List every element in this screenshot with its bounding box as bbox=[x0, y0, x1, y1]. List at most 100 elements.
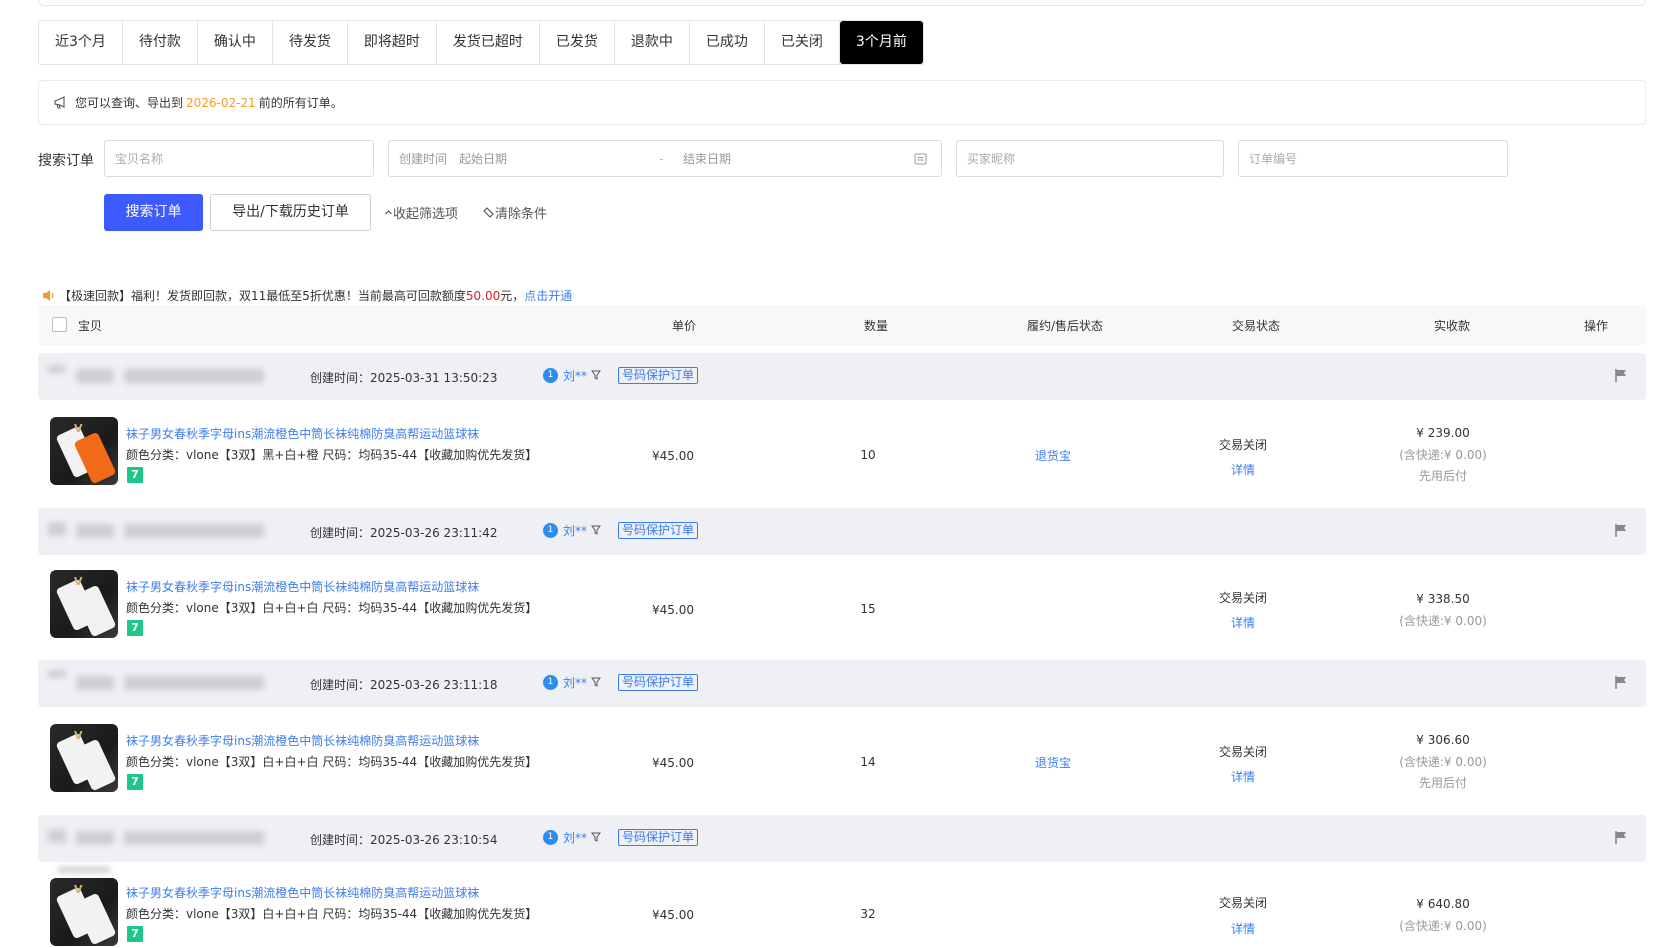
created-time: 创建时间：2025-03-26 23:10:54 bbox=[310, 833, 498, 847]
shipping-fee: (含快递:¥ 0.00) bbox=[1399, 614, 1487, 628]
redacted-block bbox=[76, 524, 114, 538]
filter-icon[interactable] bbox=[591, 677, 601, 687]
notice-date: 2026-02-21 bbox=[186, 95, 256, 110]
product-spec: 颜色分类：vlone【3双】黑+白+橙 尺码：均码35-44【收藏加购优先发货】 bbox=[126, 448, 538, 462]
buyer-nickname[interactable]: 刘** bbox=[563, 674, 587, 691]
eraser-icon bbox=[483, 207, 494, 218]
col-received: 实收款 bbox=[1434, 319, 1471, 333]
tab-successful[interactable]: 已成功 bbox=[689, 21, 765, 64]
start-date-input[interactable]: 起始日期 bbox=[459, 150, 659, 167]
calendar-icon[interactable] bbox=[914, 152, 927, 165]
tab-about-to-timeout[interactable]: 即将超时 bbox=[347, 21, 437, 64]
speaker-icon bbox=[43, 290, 54, 301]
flag-icon[interactable] bbox=[1614, 830, 1628, 845]
end-date-input[interactable]: 结束日期 bbox=[683, 150, 883, 167]
redacted-block bbox=[48, 670, 66, 678]
flag-icon[interactable] bbox=[1614, 675, 1628, 690]
collapse-filters-link[interactable]: 收起筛选项 bbox=[384, 203, 458, 222]
order-detail-link[interactable]: 详情 bbox=[1188, 614, 1298, 631]
item-name-field[interactable] bbox=[104, 140, 374, 177]
seven-day-return-badge: 7 bbox=[127, 467, 143, 483]
fast-payment-promo: 【极速回款】福利！发货即回款，双11最低至5折优惠！当前最高可回款额度 50.0… bbox=[42, 287, 572, 304]
chat-icon[interactable]: 1 bbox=[543, 830, 558, 845]
tab-pending-payment[interactable]: 待付款 bbox=[122, 21, 198, 64]
product-image[interactable]: V bbox=[50, 570, 118, 638]
product-title-link[interactable]: 袜子男女春秋季字母ins潮流橙色中筒长袜纯棉防臭高帮运动篮球袜 bbox=[126, 732, 479, 749]
tab-confirming[interactable]: 确认中 bbox=[197, 21, 273, 64]
order-detail-link[interactable]: 详情 bbox=[1188, 768, 1298, 785]
order-number-field[interactable] bbox=[1238, 140, 1508, 177]
product-title-link[interactable]: 袜子男女春秋季字母ins潮流橙色中筒长袜纯棉防臭高帮运动篮球袜 bbox=[126, 578, 479, 595]
product-image[interactable]: V bbox=[50, 724, 118, 792]
col-quantity: 数量 bbox=[864, 319, 889, 333]
megaphone-icon bbox=[54, 95, 65, 109]
notice-suffix: 前的所有订单。 bbox=[258, 96, 343, 110]
order-detail-link[interactable]: 详情 bbox=[1188, 920, 1298, 937]
shipping-fee: (含快递:¥ 0.00) bbox=[1399, 755, 1487, 769]
redacted-order-id bbox=[124, 369, 264, 383]
tab-closed[interactable]: 已关闭 bbox=[764, 21, 840, 64]
product-image[interactable]: V bbox=[50, 878, 118, 946]
buyer-nickname-input[interactable] bbox=[967, 151, 1223, 166]
promo-activate-link[interactable]: 点击开通 bbox=[524, 287, 572, 304]
buyer-nickname-field[interactable] bbox=[956, 140, 1224, 177]
redacted-block bbox=[58, 867, 110, 873]
promo-text: 【极速回款】福利！发货即回款，双11最低至5折优惠！当前最高可回款额度 bbox=[59, 289, 466, 303]
received-amount: ¥ 640.80 bbox=[1416, 897, 1470, 911]
redacted-block bbox=[48, 365, 66, 373]
trade-status: 交易关闭 bbox=[1218, 591, 1267, 605]
product-title-link[interactable]: 袜子男女春秋季字母ins潮流橙色中筒长袜纯棉防臭高帮运动篮球袜 bbox=[126, 884, 479, 901]
buyer-nickname[interactable]: 刘** bbox=[563, 829, 587, 846]
return-insurance-link[interactable]: 退货宝 bbox=[993, 754, 1113, 771]
redacted-block bbox=[48, 829, 66, 843]
filter-icon[interactable] bbox=[591, 370, 601, 380]
flag-icon[interactable] bbox=[1614, 523, 1628, 538]
shipping-fee: (含快递:¥ 0.00) bbox=[1399, 919, 1487, 933]
clear-conditions-link[interactable]: 清除条件 bbox=[482, 203, 547, 222]
buyer-name[interactable]: 1 刘** bbox=[543, 674, 587, 691]
order-status-tabs: 近3个月 待付款 确认中 待发货 即将超时 发货已超时 已发货 退款中 已成功 … bbox=[38, 20, 924, 65]
unit-price: ¥45.00 bbox=[652, 908, 694, 922]
col-action: 操作 bbox=[1584, 319, 1609, 333]
promo-unit: 元， bbox=[500, 289, 525, 303]
buyer-nickname[interactable]: 刘** bbox=[563, 522, 587, 539]
buyer-name[interactable]: 1 刘** bbox=[543, 829, 587, 846]
product-title-link[interactable]: 袜子男女春秋季字母ins潮流橙色中筒长袜纯棉防臭高帮运动篮球袜 bbox=[126, 425, 479, 442]
chat-icon[interactable]: 1 bbox=[543, 368, 558, 383]
product-spec: 颜色分类：vlone【3双】白+白+白 尺码：均码35-44【收藏加购优先发货】 bbox=[126, 907, 538, 921]
created-time: 创建时间：2025-03-31 13:50:23 bbox=[310, 371, 498, 385]
quantity: 10 bbox=[860, 448, 876, 462]
order-detail-link[interactable]: 详情 bbox=[1188, 461, 1298, 478]
tab-refunding[interactable]: 退款中 bbox=[614, 21, 690, 64]
filter-icon[interactable] bbox=[591, 525, 601, 535]
order-number-input[interactable] bbox=[1249, 151, 1507, 166]
product-image[interactable]: V bbox=[50, 417, 118, 485]
select-all-checkbox[interactable] bbox=[52, 317, 67, 332]
tab-last-3-months[interactable]: 近3个月 bbox=[39, 21, 123, 64]
tab-shipped[interactable]: 已发货 bbox=[539, 21, 615, 64]
buyer-name[interactable]: 1 刘** bbox=[543, 367, 587, 384]
return-insurance-link[interactable]: 退货宝 bbox=[993, 447, 1113, 464]
chat-icon[interactable]: 1 bbox=[543, 523, 558, 538]
received-amount: ¥ 239.00 bbox=[1416, 426, 1470, 440]
created-time-label: 创建时间 bbox=[399, 152, 448, 166]
trade-status: 交易关闭 bbox=[1218, 896, 1267, 910]
trade-status: 交易关闭 bbox=[1218, 745, 1267, 759]
tab-3-months-ago[interactable]: 3个月前 bbox=[839, 21, 923, 64]
order-table-header: 宝贝 单价 数量 履约/售后状态 交易状态 实收款 操作 bbox=[38, 305, 1646, 345]
col-item: 宝贝 bbox=[78, 319, 103, 333]
filter-icon[interactable] bbox=[591, 832, 601, 842]
order-header: 创建时间：2025-03-26 23:10:54 1 刘** 号码保护订单 bbox=[38, 815, 1646, 873]
item-name-input[interactable] bbox=[115, 151, 373, 166]
buyer-nickname[interactable]: 刘** bbox=[563, 367, 587, 384]
chat-icon[interactable]: 1 bbox=[543, 675, 558, 690]
buyer-name[interactable]: 1 刘** bbox=[543, 522, 587, 539]
tab-pending-shipment[interactable]: 待发货 bbox=[272, 21, 348, 64]
tab-shipment-timeout[interactable]: 发货已超时 bbox=[436, 21, 540, 64]
redacted-block bbox=[76, 676, 114, 690]
promo-amount: 50.00 bbox=[465, 288, 501, 303]
export-history-button[interactable]: 导出/下载历史订单 bbox=[210, 194, 371, 231]
flag-icon[interactable] bbox=[1614, 368, 1628, 383]
search-orders-button[interactable]: 搜索订单 bbox=[104, 194, 203, 231]
created-date-range[interactable]: 创建时间 起始日期 - 结束日期 bbox=[388, 140, 942, 177]
